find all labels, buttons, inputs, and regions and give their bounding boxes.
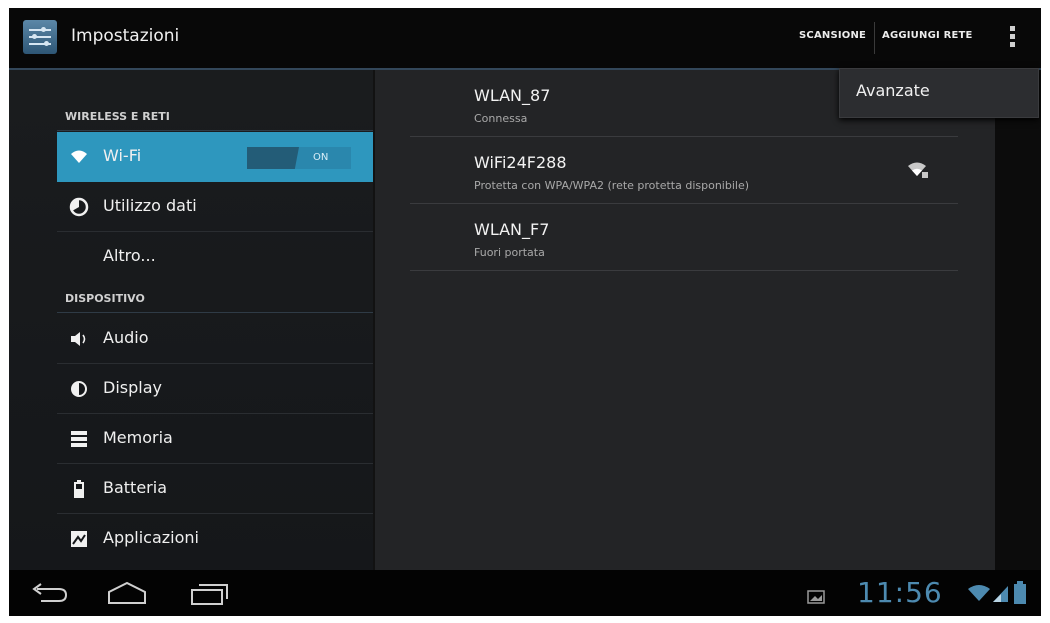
section-divider (57, 130, 373, 131)
apps-icon (71, 531, 87, 547)
notification-image-icon[interactable] (807, 590, 825, 604)
clock: 11:56 (857, 576, 943, 609)
battery-status-icon (1014, 581, 1026, 604)
toggle-state-label: ON (313, 152, 329, 163)
sidebar-item-audio[interactable]: Audio (57, 314, 373, 364)
sidebar-item-display[interactable]: Display (57, 364, 373, 414)
battery-icon (74, 480, 84, 498)
cell-signal-icon (993, 586, 1008, 602)
storage-icon (71, 431, 87, 447)
list-item-network[interactable]: WiFi24F288 Protetta con WPA/WPA2 (rete p… (410, 137, 958, 204)
overflow-popup-menu: Avanzate (839, 68, 1039, 118)
scan-button[interactable]: SCANSIONE (799, 30, 866, 41)
brightness-icon (71, 381, 87, 397)
home-icon[interactable] (103, 578, 151, 608)
sidebar-item-data-usage[interactable]: Utilizzo dati (57, 182, 373, 232)
section-header-device: DISPOSITIVO (65, 292, 145, 305)
sidebar-item-label: Wi-Fi (103, 146, 142, 165)
action-bar: Impostazioni SCANSIONE AGGIUNGI RETE (9, 8, 1041, 70)
overflow-menu-icon[interactable] (1005, 24, 1019, 52)
wifi-icon (71, 150, 87, 163)
sidebar-item-apps[interactable]: Applicazioni (57, 514, 373, 564)
sidebar-item-label: Applicazioni (103, 528, 199, 547)
sidebar-item-more[interactable]: Altro... (57, 232, 373, 282)
sidebar-item-storage[interactable]: Memoria (57, 414, 373, 464)
settings-app-icon[interactable] (23, 20, 57, 54)
sidebar-item-battery[interactable]: Batteria (57, 464, 373, 514)
sidebar-item-label: Altro... (103, 246, 156, 265)
speaker-icon (71, 332, 86, 346)
network-status: Connessa (474, 112, 528, 125)
network-ssid: WLAN_F7 (474, 220, 550, 239)
section-divider (57, 312, 373, 313)
section-header-wireless: WIRELESS E RETI (65, 110, 170, 123)
system-bar: 11:56 (9, 570, 1041, 616)
list-item-network[interactable]: WLAN_F7 Fuori portata (410, 204, 958, 271)
wifi-toggle[interactable]: ON (247, 147, 351, 169)
sidebar-item-label: Memoria (103, 428, 173, 447)
settings-sidebar: WIRELESS E RETI Wi-Fi ON Utilizzo dati A… (9, 70, 373, 570)
network-ssid: WLAN_87 (474, 86, 551, 105)
sidebar-item-label: Batteria (103, 478, 167, 497)
sidebar-item-label: Audio (103, 328, 149, 347)
sidebar-item-label: Utilizzo dati (103, 196, 197, 215)
wifi-network-list: WLAN_87 Connessa WiFi24F288 Protetta con… (373, 70, 995, 570)
sidebar-item-label: Display (103, 378, 162, 397)
wifi-signal-lock-icon (908, 162, 928, 178)
data-usage-icon (69, 197, 89, 217)
app-title: Impostazioni (71, 26, 180, 46)
network-status: Protetta con WPA/WPA2 (rete protetta dis… (474, 179, 750, 192)
network-status: Fuori portata (474, 246, 545, 259)
add-network-button[interactable]: AGGIUNGI RETE (882, 30, 973, 41)
recent-apps-icon[interactable] (185, 578, 233, 608)
tablet-screen: Impostazioni SCANSIONE AGGIUNGI RETE WIR… (9, 8, 1041, 616)
wifi-status-icon (968, 585, 990, 601)
network-ssid: WiFi24F288 (474, 153, 567, 172)
menu-item-advanced[interactable]: Avanzate (856, 81, 930, 100)
action-bar-divider (874, 22, 875, 54)
sidebar-item-wifi[interactable]: Wi-Fi ON (57, 132, 373, 182)
back-icon[interactable] (25, 578, 73, 608)
